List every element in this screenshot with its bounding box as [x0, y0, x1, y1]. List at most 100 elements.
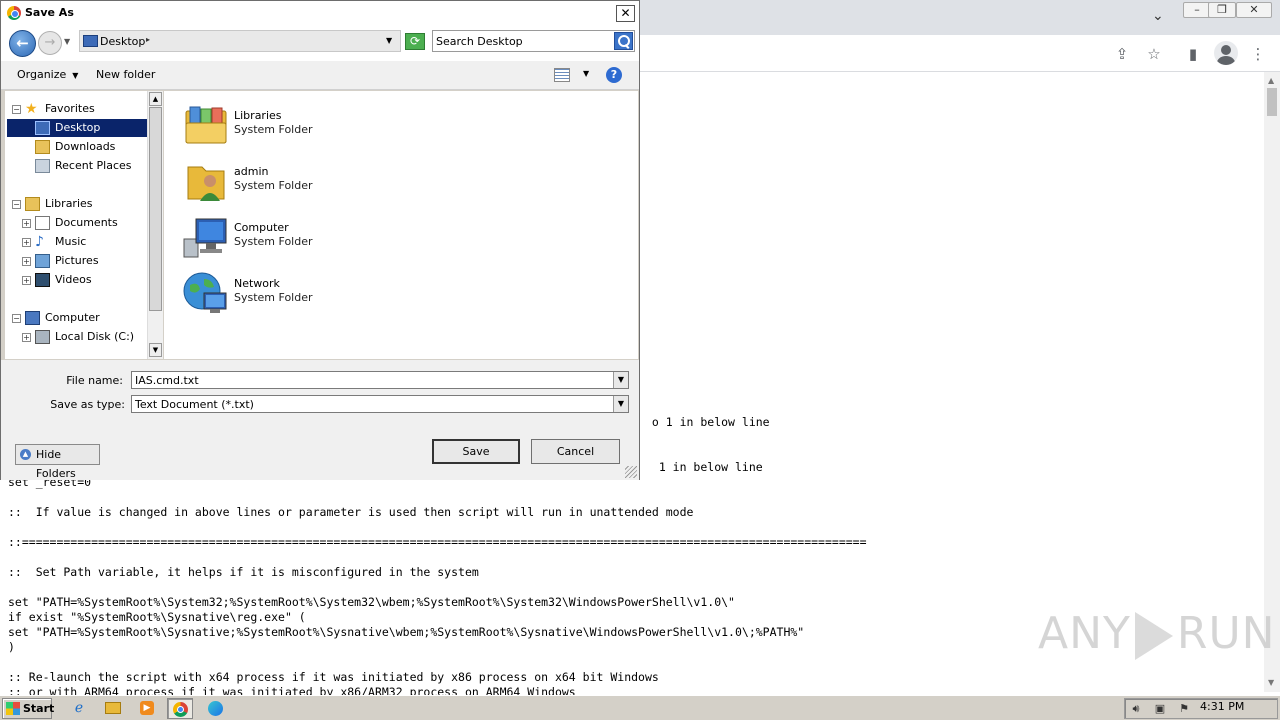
watermark-right: RUN [1176, 608, 1276, 659]
network-tray-icon[interactable]: ▣ [1153, 702, 1167, 716]
nav-libraries[interactable]: − Libraries [11, 195, 145, 213]
scroll-up-icon[interactable]: ▲ [1268, 76, 1274, 85]
code-line: ::======================================… [8, 535, 867, 549]
recent-places-icon [35, 159, 50, 173]
file-item-libraries[interactable]: Libraries System Folder [180, 99, 380, 151]
page-scrollbar[interactable]: ▲ ▼ [1264, 72, 1280, 692]
nav-recent-places[interactable]: Recent Places [7, 157, 147, 175]
new-folder-button[interactable]: New folder [96, 68, 155, 81]
explorer-icon[interactable] [100, 698, 126, 719]
organize-button[interactable]: Organize ▼ [17, 68, 78, 81]
dialog-title-bar[interactable]: Save As ✕ [1, 1, 639, 25]
file-item-admin[interactable]: admin System Folder [180, 155, 380, 207]
search-icon[interactable] [614, 32, 633, 50]
change-view-icon[interactable] [554, 68, 570, 82]
refresh-button[interactable]: ⟳ [405, 33, 425, 50]
chrome-icon[interactable] [167, 698, 193, 719]
file-name-value[interactable]: IAS.cmd.txt [135, 374, 199, 387]
nav-videos[interactable]: + Videos [21, 271, 147, 289]
collapse-icon[interactable]: − [12, 105, 21, 114]
back-button[interactable]: ← [9, 30, 36, 57]
expand-icon[interactable]: + [22, 333, 31, 342]
scroll-down-icon[interactable]: ▼ [149, 343, 162, 357]
save-type-value[interactable]: Text Document (*.txt) [135, 398, 254, 411]
start-button[interactable]: Start [2, 698, 55, 719]
nav-pane-scrollbar[interactable]: ▲ ▼ [147, 91, 163, 359]
minimize-button[interactable]: – [1183, 2, 1211, 18]
start-label: Start [23, 702, 55, 715]
file-list[interactable]: Libraries System Folder admin System Fol… [164, 91, 638, 359]
action-center-flag-icon[interactable]: ⚑ [1177, 702, 1191, 716]
scroll-up-icon[interactable]: ▲ [149, 92, 162, 106]
dialog-title: Save As [25, 6, 74, 19]
clock[interactable]: 4:31 PM [1200, 700, 1244, 713]
nav-computer[interactable]: − Computer [11, 309, 145, 327]
expand-icon[interactable]: + [22, 238, 31, 247]
breadcrumb-arrow-icon[interactable]: ▸ [146, 35, 150, 44]
nav-documents[interactable]: + Documents [21, 214, 147, 232]
window-close-button[interactable]: ✕ [1236, 2, 1272, 18]
restore-button[interactable]: ❐ [1208, 2, 1236, 18]
file-name-dropdown-icon[interactable]: ▼ [613, 372, 628, 388]
recent-pages-dropdown-icon[interactable]: ▼ [64, 37, 70, 46]
nav-pictures[interactable]: + Pictures [21, 252, 147, 270]
scrollbar-thumb[interactable] [149, 107, 162, 311]
search-input[interactable] [436, 33, 611, 49]
address-dropdown-icon[interactable]: ▼ [386, 36, 392, 45]
file-name-field[interactable]: IAS.cmd.txt ▼ [131, 371, 629, 389]
scroll-down-icon[interactable]: ▼ [1268, 678, 1274, 687]
nav-label: Computer [45, 311, 100, 324]
save-type-label: Save as type: [50, 398, 125, 411]
nav-desktop[interactable]: Desktop [7, 119, 147, 137]
volume-icon[interactable]: 🔊︎ [1129, 702, 1143, 716]
search-box[interactable] [432, 30, 635, 52]
view-options-dropdown-icon[interactable]: ▼ [583, 69, 589, 78]
cancel-button[interactable]: Cancel [531, 439, 620, 464]
media-player-icon[interactable]: ▶ [134, 698, 160, 719]
tab-search-icon[interactable]: ⌄ [1152, 8, 1164, 24]
videos-icon [35, 273, 50, 287]
nav-label: Downloads [55, 140, 116, 153]
expand-icon[interactable]: + [22, 219, 31, 228]
nav-downloads[interactable]: Downloads [7, 138, 147, 156]
save-as-dialog: Save As ✕ ← → ▼ Desktop ▸ ▼ ⟳ Organize ▼ … [0, 0, 640, 480]
file-item-computer[interactable]: Computer System Folder [180, 211, 380, 263]
collapse-icon[interactable]: − [12, 200, 21, 209]
ie-icon[interactable]: ℯ [66, 698, 92, 719]
address-bar[interactable]: Desktop ▸ ▼ [79, 30, 401, 52]
profile-icon[interactable] [1214, 41, 1238, 65]
hide-folders-button[interactable]: ▲ Hide Folders [15, 444, 100, 480]
nav-label: Libraries [45, 197, 93, 210]
forward-button[interactable]: → [38, 31, 62, 55]
menu-icon[interactable]: ⋮ [1248, 44, 1268, 64]
save-button[interactable]: Save [432, 439, 520, 464]
anyrun-watermark: ANY RUN [1038, 608, 1276, 660]
navigation-pane[interactable]: − ★ Favorites Desktop Downloads Recent P… [5, 91, 147, 359]
nav-favorites[interactable]: − ★ Favorites [11, 100, 145, 118]
nav-music[interactable]: + ♪ Music [21, 233, 147, 251]
share-icon[interactable]: ⇪ [1112, 44, 1132, 64]
star-icon[interactable]: ☆ [1144, 44, 1164, 64]
save-type-dropdown-icon[interactable]: ▼ [613, 396, 628, 412]
nav-label: Documents [55, 216, 118, 229]
nav-local-disk[interactable]: + Local Disk (C:) [21, 328, 147, 346]
resize-grip[interactable] [625, 466, 637, 478]
expand-icon[interactable]: + [22, 276, 31, 285]
save-type-select[interactable]: Text Document (*.txt) ▼ [131, 395, 629, 413]
collapse-icon[interactable]: − [12, 314, 21, 323]
scrollbar-thumb[interactable] [1267, 88, 1277, 116]
local-disk-icon [35, 330, 50, 344]
edge-icon[interactable] [202, 698, 228, 719]
expand-icon[interactable]: + [22, 257, 31, 266]
address-location[interactable]: Desktop [100, 35, 145, 48]
dialog-close-button[interactable]: ✕ [616, 5, 635, 22]
network-icon [183, 272, 227, 313]
help-button[interactable]: ? [606, 67, 622, 83]
sidepanel-icon[interactable]: ▮ [1183, 44, 1203, 64]
command-bar: Organize ▼ New folder ▼ ? [1, 61, 639, 90]
file-item-network[interactable]: Network System Folder [180, 267, 380, 319]
